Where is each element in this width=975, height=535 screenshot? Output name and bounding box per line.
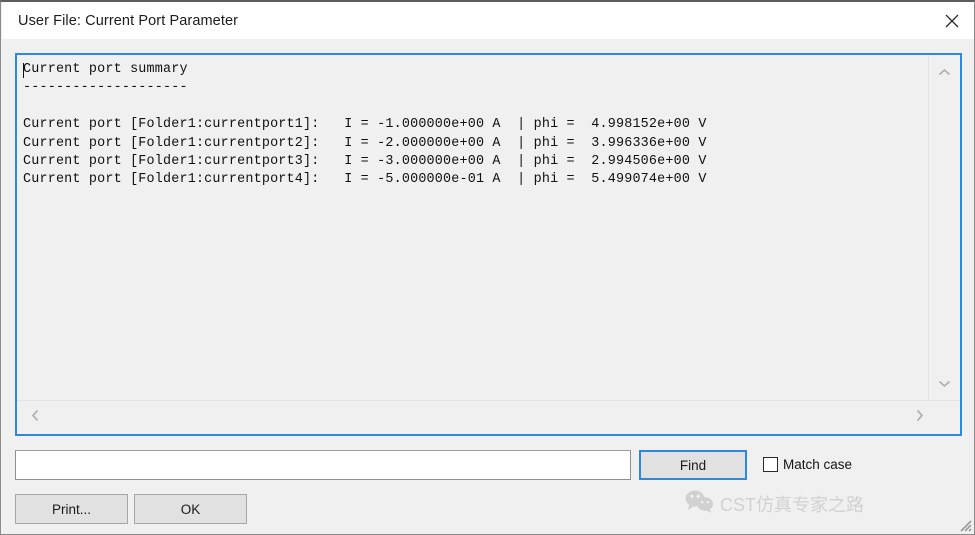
horizontal-scrollbar[interactable] [17, 400, 960, 434]
chevron-down-icon [938, 375, 951, 393]
dialog-window: User File: Current Port Parameter Curren… [0, 0, 975, 535]
close-icon [945, 14, 959, 28]
watermark: CST仿真专家之路 [684, 489, 864, 519]
scroll-up-button[interactable] [929, 61, 960, 85]
title-bar: User File: Current Port Parameter [2, 2, 974, 39]
match-case-label: Match case [783, 457, 853, 472]
find-button[interactable]: Find [639, 450, 747, 480]
match-case-checkbox[interactable]: Match case [763, 457, 852, 472]
port-summary-text: Current port summary -------------------… [23, 62, 707, 188]
text-area[interactable]: Current port summary -------------------… [17, 55, 929, 400]
scroll-down-button[interactable] [929, 372, 960, 396]
vertical-scrollbar[interactable] [928, 55, 960, 400]
checkbox-box[interactable] [763, 457, 778, 472]
resize-grip[interactable] [956, 516, 972, 532]
scroll-left-button[interactable] [22, 401, 48, 434]
scroll-right-button[interactable] [906, 401, 932, 434]
text-output-panel[interactable]: Current port summary -------------------… [15, 53, 962, 436]
ok-button[interactable]: OK [134, 494, 247, 524]
wechat-icon [684, 489, 714, 519]
window-title: User File: Current Port Parameter [18, 12, 239, 29]
find-input[interactable] [15, 450, 631, 480]
print-button[interactable]: Print... [15, 494, 128, 524]
chevron-up-icon [938, 64, 951, 82]
close-button[interactable] [929, 2, 974, 39]
text-caret [23, 63, 24, 78]
watermark-text: CST仿真专家之路 [720, 495, 864, 515]
chevron-left-icon [31, 409, 40, 427]
chevron-right-icon [915, 409, 924, 427]
